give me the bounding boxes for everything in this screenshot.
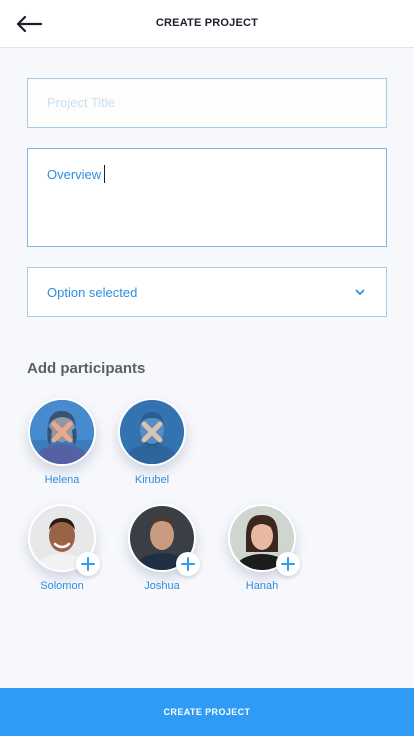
participant-kirubel[interactable]: Kirubel (107, 398, 197, 486)
text-caret (104, 165, 106, 183)
create-project-button[interactable]: CREATE PROJECT (0, 688, 414, 736)
page-title: CREATE PROJECT (155, 17, 259, 29)
participant-helena[interactable]: Helena (17, 398, 107, 486)
overview-value: Overview (47, 167, 102, 182)
avatar (128, 504, 200, 576)
overview-input[interactable]: Overview (47, 165, 106, 183)
option-select[interactable]: Option selected (27, 267, 387, 317)
participant-name: Solomon (40, 580, 84, 592)
avatar (28, 504, 100, 576)
participant-name: Hanah (245, 580, 279, 592)
select-value: Option selected (47, 285, 138, 300)
chevron-down-icon (355, 289, 365, 295)
participant-hanah[interactable]: Hanah (217, 504, 307, 592)
plus-icon (281, 557, 295, 571)
participant-name: Helena (44, 474, 80, 486)
project-title-field[interactable] (27, 78, 387, 128)
plus-icon (181, 557, 195, 571)
top-bar: CREATE PROJECT (0, 0, 414, 48)
participant-joshua[interactable]: Joshua (117, 504, 207, 592)
avatar (228, 504, 300, 576)
remove-x-icon[interactable] (50, 420, 74, 444)
remove-x-icon[interactable] (140, 420, 164, 444)
project-title-input[interactable] (47, 95, 367, 110)
overview-field[interactable]: Overview (27, 148, 387, 247)
avatar (28, 398, 96, 466)
avatar (118, 398, 186, 466)
add-participant-button[interactable] (276, 552, 300, 576)
participant-name: Joshua (144, 580, 180, 592)
participant-solomon[interactable]: Solomon (17, 504, 107, 592)
participant-name: Kirubel (134, 474, 170, 486)
add-participant-button[interactable] (176, 552, 200, 576)
add-participant-button[interactable] (76, 552, 100, 576)
plus-icon (81, 557, 95, 571)
participants-heading: Add participants (27, 360, 146, 377)
